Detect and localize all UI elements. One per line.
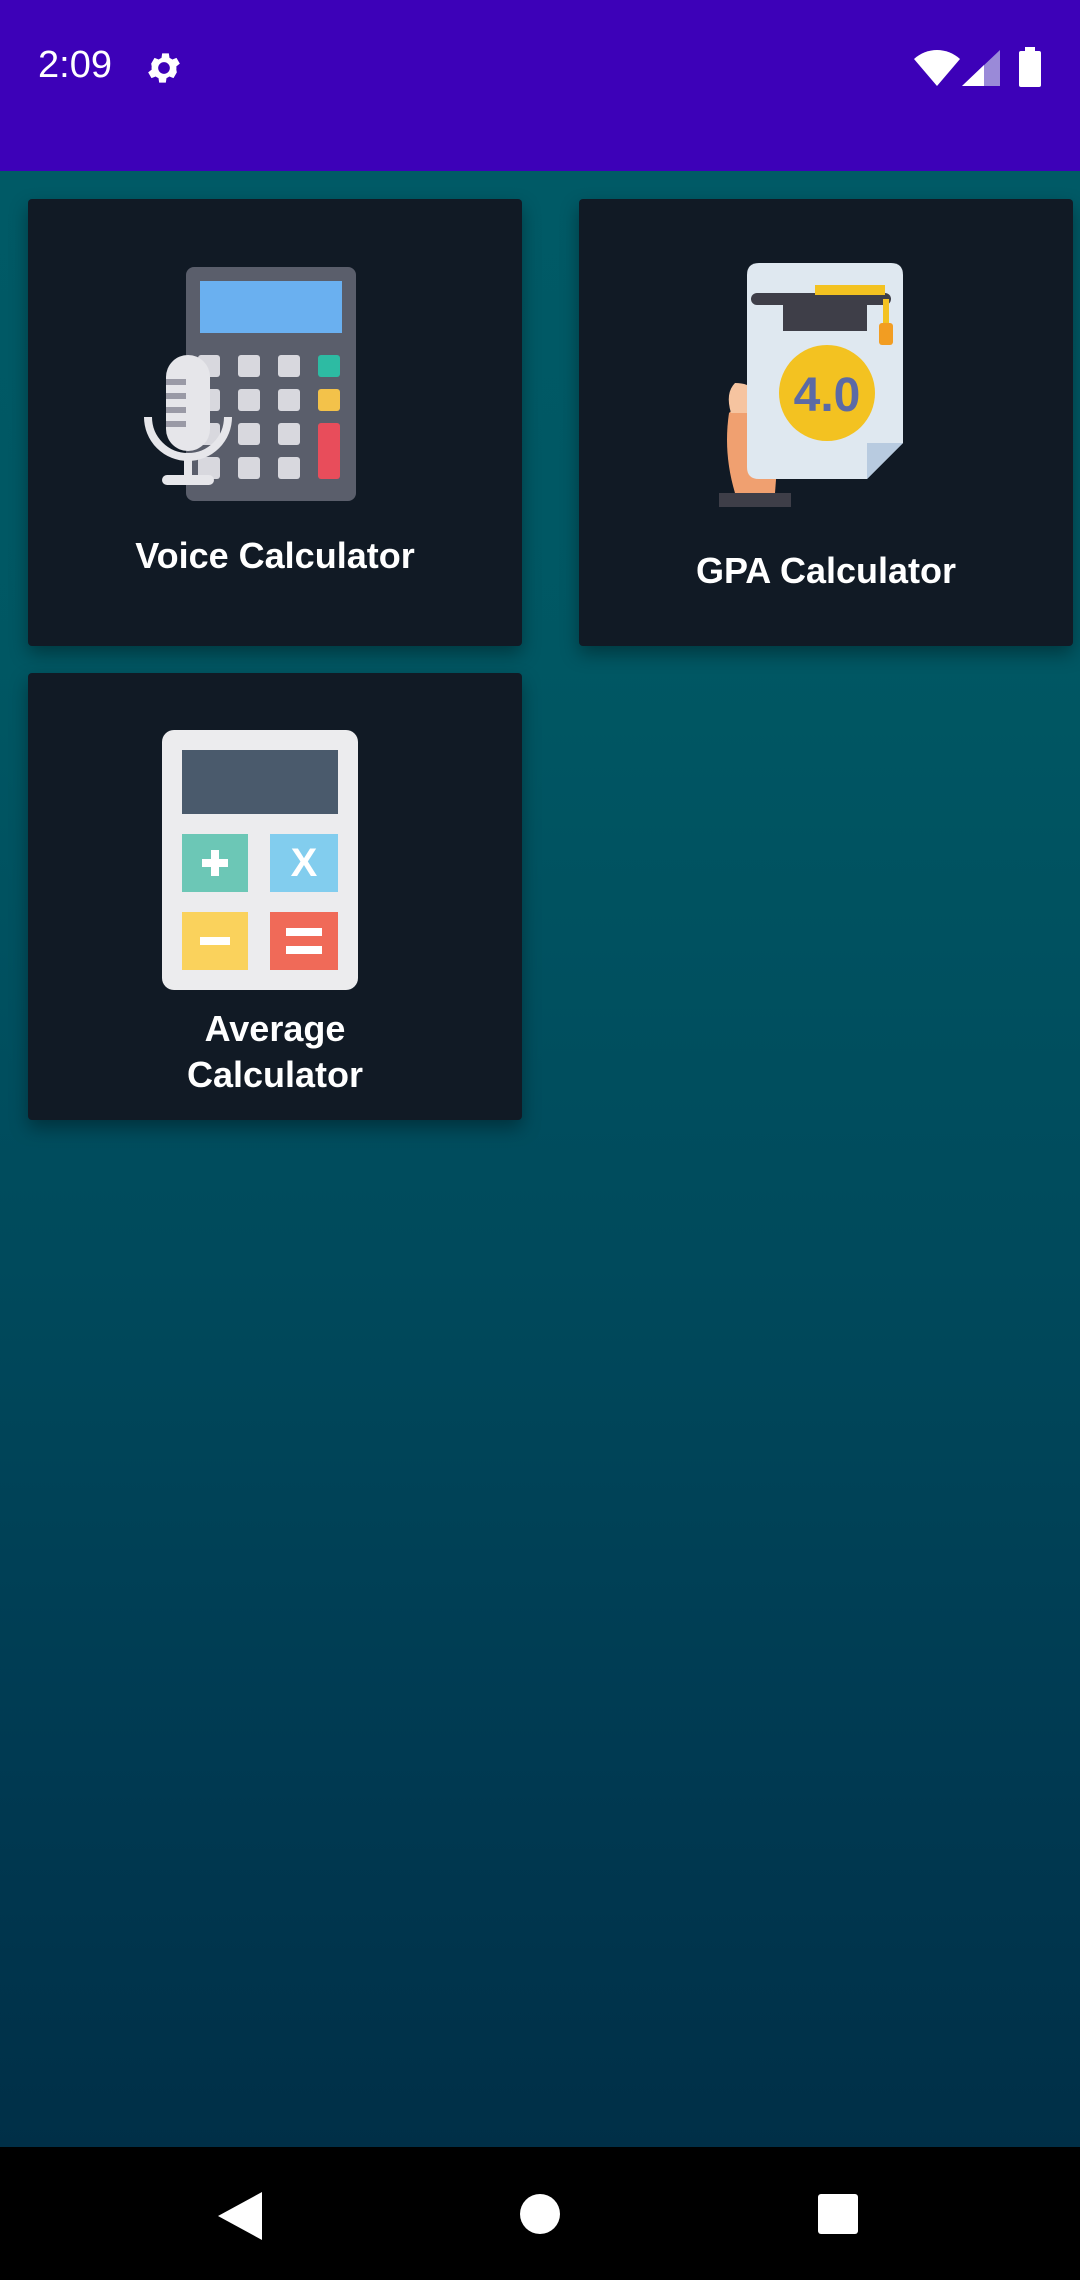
calculator-icon: X [162, 730, 358, 990]
voice-calculator-card[interactable]: Voice Calculator [28, 199, 522, 646]
back-icon[interactable] [218, 2192, 262, 2240]
card-label: Average Calculator [186, 1008, 364, 1095]
svg-text:4.0: 4.0 [794, 369, 861, 422]
average-calculator-card[interactable]: X Average Calculator [28, 673, 522, 1120]
battery-icon [1019, 47, 1041, 87]
wifi-icon [914, 50, 960, 86]
status-bar: 2:09 [0, 0, 1080, 171]
status-time: 2:09 [38, 44, 112, 86]
main-content: Voice Calculator 4.0 GPA Calculator X Av… [0, 171, 1080, 2147]
gpa-certificate-icon: 4.0 [719, 263, 903, 507]
navigation-bar [0, 2147, 1080, 2280]
settings-icon [148, 53, 180, 83]
recents-icon[interactable] [818, 2194, 858, 2234]
gpa-calculator-card[interactable]: 4.0 GPA Calculator [579, 199, 1073, 646]
card-label: Voice Calculator [135, 535, 415, 576]
signal-icon [962, 50, 1000, 86]
svg-text:X: X [291, 841, 318, 885]
home-icon[interactable] [520, 2194, 560, 2234]
card-label: GPA Calculator [695, 550, 957, 591]
voice-calculator-icon [144, 267, 356, 501]
